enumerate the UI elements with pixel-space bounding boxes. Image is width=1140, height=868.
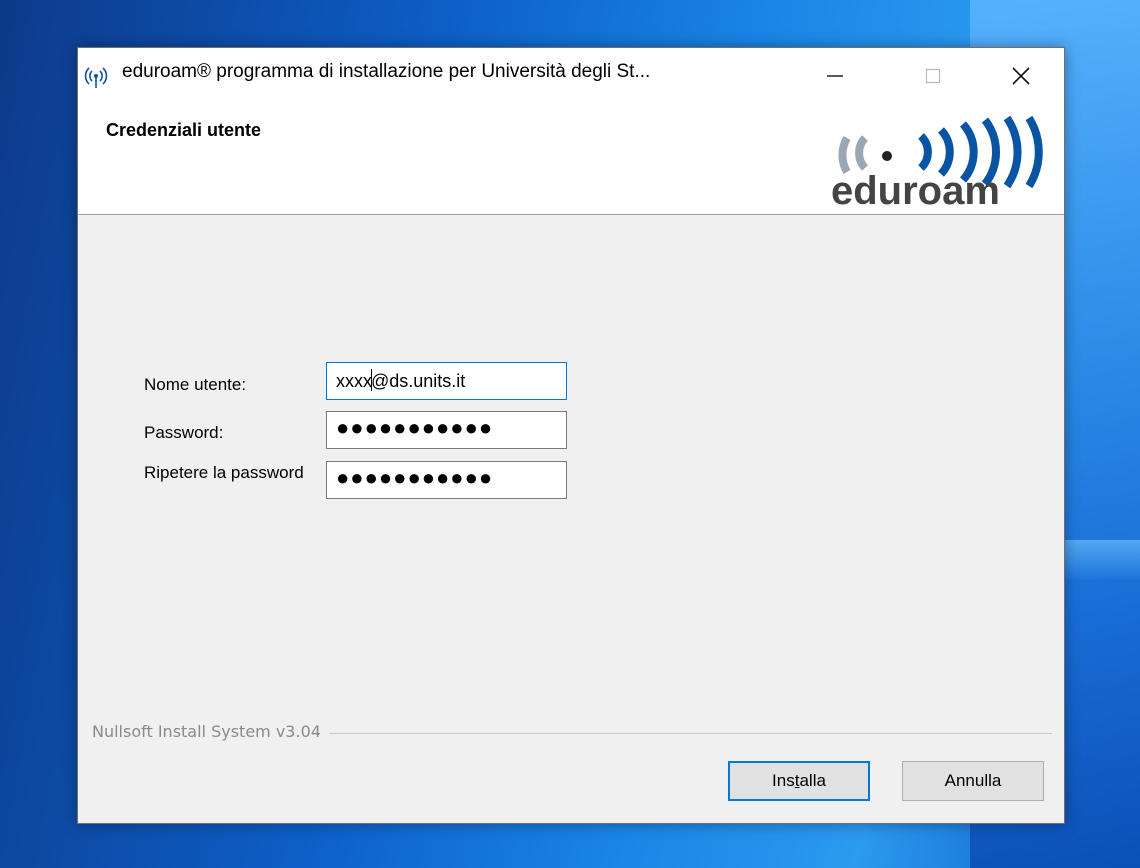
repeat-password-value: ●●●●●●●●●●● — [336, 465, 494, 490]
maximize-icon — [925, 68, 941, 84]
password-label: Password: — [144, 423, 224, 442]
repeat-password-label: Ripetere la password — [144, 463, 304, 482]
eduroam-logo: eduroam — [831, 115, 1043, 208]
close-button[interactable] — [988, 48, 1054, 104]
title-bar[interactable]: eduroam® programma di installazione per … — [78, 48, 1064, 104]
installer-brand: Nullsoft Install System v3.04 — [92, 722, 329, 741]
page-header: Credenziali utente eduroam — [78, 104, 1064, 215]
close-icon — [1012, 67, 1030, 85]
password-value: ●●●●●●●●●●● — [336, 415, 494, 440]
username-value-before-caret: xxxx — [336, 371, 372, 391]
minimize-icon — [827, 75, 843, 77]
logo-text: eduroam — [831, 169, 1000, 208]
install-button[interactable]: Ins t alla — [728, 761, 870, 801]
page-title: Credenziali utente — [106, 120, 262, 140]
cancel-button[interactable]: Annulla — [902, 761, 1044, 801]
minimize-button[interactable] — [802, 48, 868, 104]
cancel-label: Annulla — [944, 771, 1002, 790]
install-label-post: alla — [799, 771, 826, 790]
install-label-pre: Ins — [772, 771, 795, 790]
repeat-password-field[interactable]: ●●●●●●●●●●● — [326, 461, 567, 499]
window-title: eduroam® programma di installazione per … — [122, 61, 651, 82]
maximize-button[interactable] — [900, 48, 966, 104]
installer-window: eduroam® programma di installazione per … — [77, 47, 1065, 824]
username-value-after-caret: @ds.units.it — [371, 371, 466, 391]
username-label: Nome utente: — [144, 375, 247, 394]
eduroam-signal-icon — [84, 67, 108, 88]
password-field[interactable]: ●●●●●●●●●●● — [326, 411, 567, 449]
username-field[interactable]: xxxx@ds.units.it — [326, 362, 567, 400]
